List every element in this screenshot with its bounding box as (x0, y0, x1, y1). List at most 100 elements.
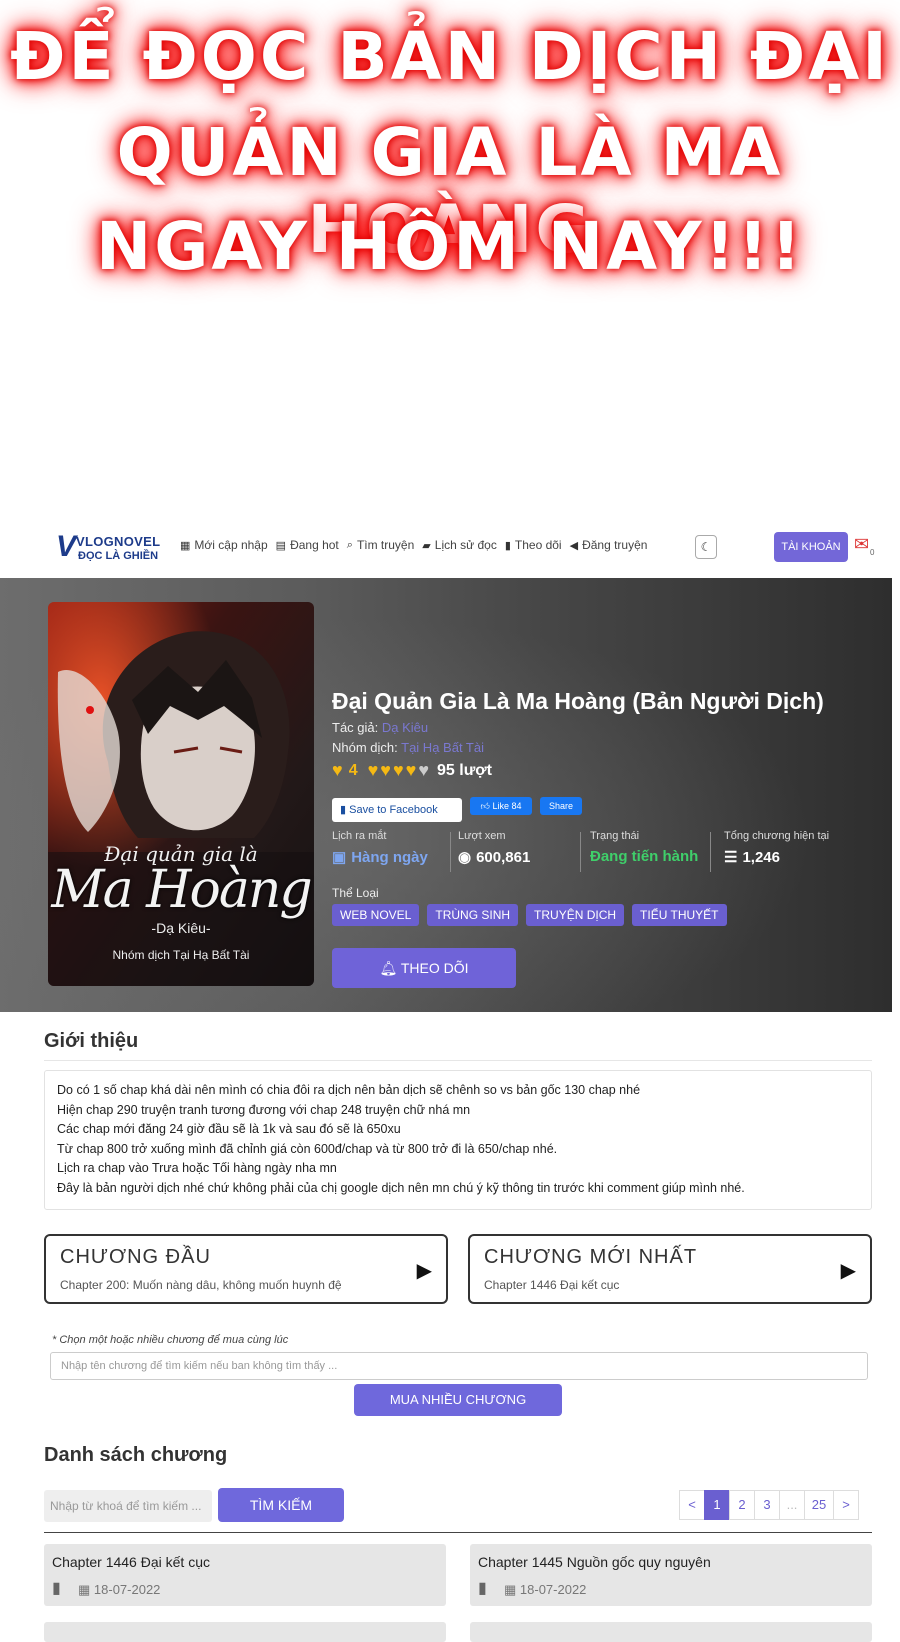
fb-share-button[interactable]: Share (540, 797, 582, 815)
notification-icon[interactable]: ✉ (854, 534, 869, 555)
chapter-list-heading: Danh sách chương (44, 1444, 228, 1466)
pager-page-3[interactable]: 3 (754, 1490, 780, 1520)
latest-chapter-heading: CHƯƠNG MỚI NHẤT (484, 1246, 698, 1268)
story-hero: Đại quản gia là Ma Hoàng -Dạ Kiêu- Nhóm … (0, 578, 892, 1012)
notification-count: 0 (870, 548, 875, 557)
eye-icon: ◉ (458, 849, 472, 866)
account-button[interactable]: TÀI KHOẢN (774, 532, 848, 562)
rate-heart-3-icon[interactable]: ♥ (393, 760, 404, 781)
bookmark-icon[interactable]: ▮ (52, 1578, 61, 1598)
grid-icon: ▦ (180, 539, 191, 552)
stat-views: Lượt xem ◉ 600,861 (458, 830, 530, 874)
genre-tag[interactable]: TRÙNG SINH (427, 904, 519, 926)
pager-page-1[interactable]: 1 (704, 1490, 730, 1520)
genre-tag[interactable]: TRUYỆN DỊCH (526, 904, 625, 926)
intro-line: Hiện chap 290 truyện tranh tương đương v… (57, 1102, 471, 1117)
nav-item-following[interactable]: ▮ Theo dõi (505, 538, 562, 552)
buy-note: * Chọn một hoặc nhiều chương để mua cùng… (52, 1334, 289, 1346)
promo-banner: ĐỂ ĐỌC BẢN DỊCH ĐẠI QUẢN GIA LÀ MA HOÀNG… (0, 0, 900, 300)
nav-label: Đăng truyện (582, 538, 648, 552)
stat-value-text: Hàng ngày (351, 848, 428, 866)
pager-page-25[interactable]: 25 (804, 1490, 834, 1520)
stat-value: Đang tiến hành (590, 848, 698, 865)
genre-tag[interactable]: TIỂU THUYẾT (632, 904, 727, 926)
genre-list: WEB NOVEL TRÙNG SINH TRUYỆN DỊCH TIỂU TH… (332, 904, 727, 926)
nav-item-new-updates[interactable]: ▦ Mới cập nhập (180, 538, 268, 552)
newspaper-icon: ▤ (275, 539, 287, 552)
rate-heart-4-icon[interactable]: ♥ (406, 760, 417, 781)
follow-button[interactable]: 🔔︎ THEO DÕI (332, 948, 516, 988)
chapter-date: ▦ 18-07-2022 (504, 1582, 586, 1598)
intro-line: Lịch ra chap vào Trưa hoặc Tối hàng ngày… (57, 1161, 337, 1175)
intro-line: Từ chap 800 trở xuống mình đã chỉnh giá … (57, 1141, 558, 1156)
nav-label: Tìm truyện (356, 538, 415, 552)
first-chapter-card[interactable]: CHƯƠNG ĐẦU Chapter 200: Muốn nàng dâu, k… (44, 1234, 448, 1304)
stat-label: Lịch ra mắt (332, 830, 387, 842)
fb-like-label: Like 84 (492, 801, 522, 811)
nav-item-history[interactable]: ▰ Lịch sử đọc (422, 538, 497, 552)
stat-divider (580, 832, 581, 872)
rating-row: ♥ 4 ♥ ♥ ♥ ♥ ♥ 95 lượt (332, 760, 492, 781)
nav-item-hot[interactable]: ▤ Đang hot (276, 538, 339, 552)
story-title: Đại Quản Gia Là Ma Hoàng (Bản Người Dịch… (332, 688, 824, 714)
caret-right-icon: ▶ (416, 1260, 432, 1282)
group-row: Nhóm dịch: Tại Hạ Bất Tài (332, 740, 484, 755)
chapter-search-button[interactable]: TÌM KIẾM (218, 1488, 344, 1522)
chapter-list-item[interactable]: Chapter 1445 Nguồn gốc quy nguyên ▮ ▦ 18… (470, 1544, 872, 1606)
bookmark-icon: ▮ (340, 804, 350, 816)
chapter-date-text: 18-07-2022 (519, 1582, 587, 1597)
megaphone-icon: ◀ (569, 539, 579, 552)
pager-next[interactable]: > (833, 1490, 859, 1520)
cover-title-big: Ma Hoàng (51, 860, 312, 920)
caret-right-icon: ▶ (840, 1260, 856, 1282)
pager-prev[interactable]: < (679, 1490, 705, 1520)
stat-divider (710, 832, 711, 872)
author-link[interactable]: Dạ Kiêu (382, 720, 428, 735)
fb-like-button[interactable]: 👍︎ Like 84 (470, 797, 532, 815)
pager-ellipsis: ... (779, 1490, 805, 1520)
site-logo[interactable]: V VLOGNOVEL ĐỌC LÀ GHIỀN (56, 532, 166, 566)
dark-mode-toggle[interactable]: ☾ (695, 535, 717, 559)
pager-page-2[interactable]: 2 (729, 1490, 755, 1520)
nav-item-search[interactable]: ⌕ Tìm truyện (347, 538, 415, 552)
latest-chapter-card[interactable]: CHƯƠNG MỚI NHẤT Chapter 1446 Đại kết cục… (468, 1234, 872, 1304)
buy-multiple-button[interactable]: MUA NHIỀU CHƯƠNG (354, 1384, 562, 1416)
intro-heading: Giới thiệu (44, 1030, 139, 1052)
cover-author: -Dạ Kiêu- (151, 920, 211, 936)
calendar-icon: ▦ (504, 1582, 520, 1597)
nav-item-post-story[interactable]: ◀ Đăng truyện (570, 538, 648, 552)
rate-heart-2-icon[interactable]: ♥ (380, 760, 391, 781)
list-icon: ☰ (724, 849, 738, 866)
chapter-buy-search-input[interactable]: Nhập tên chương để tìm kiếm nếu ban khôn… (50, 1352, 868, 1380)
stat-value-text: 1,246 (742, 848, 780, 866)
intro-line: Do có 1 số chap khá dài nên mình có chia… (57, 1083, 641, 1097)
save-to-facebook-button[interactable]: ▮ Save to Facebook (332, 798, 462, 822)
nav-label: Đang hot (290, 538, 339, 552)
chapter-list-item[interactable]: Chapter 1446 Đại kết cục ▮ ▦ 18-07-2022 (44, 1544, 446, 1606)
stat-label: Lượt xem (458, 830, 506, 842)
chapter-list-item[interactable] (44, 1622, 446, 1642)
cover-group: Nhóm dịch Tại Hạ Bất Tài (112, 948, 250, 962)
chapter-keyword-input[interactable]: Nhập từ khoá để tìm kiếm ... (44, 1490, 212, 1522)
bookmark-icon[interactable]: ▮ (478, 1578, 487, 1598)
calendar-icon: ▣ (332, 849, 347, 866)
search-icon: ⌕ (346, 538, 353, 551)
group-link[interactable]: Tại Hạ Bất Tài (401, 740, 484, 755)
bell-icon: 🔔︎ (379, 960, 401, 976)
first-chapter-heading: CHƯƠNG ĐẦU (60, 1246, 211, 1268)
stat-status: Trạng thái Đang tiến hành (590, 830, 698, 874)
stat-value-text: 600,861 (476, 848, 531, 866)
rate-heart-1-icon[interactable]: ♥ (368, 760, 379, 781)
book-icon: ▰ (422, 539, 431, 552)
rating-count: 95 lượt (437, 761, 493, 779)
rate-heart-5-icon[interactable]: ♥ (418, 760, 429, 781)
stat-value: ◉ 600,861 (458, 848, 531, 867)
chapter-date: ▦ 18-07-2022 (78, 1582, 160, 1598)
chapter-name: Chapter 1446 Đại kết cục (52, 1554, 210, 1570)
chapter-list-item[interactable] (470, 1622, 872, 1642)
banner-line-1: ĐỂ ĐỌC BẢN DỊCH ĐẠI (10, 18, 890, 95)
calendar-icon: ▦ (78, 1582, 94, 1597)
genre-tag[interactable]: WEB NOVEL (332, 904, 420, 926)
main-nav: ▦ Mới cập nhập ▤ Đang hot ⌕ Tìm truyện ▰… (180, 538, 647, 552)
latest-chapter-name: Chapter 1446 Đại kết cục (484, 1278, 620, 1292)
